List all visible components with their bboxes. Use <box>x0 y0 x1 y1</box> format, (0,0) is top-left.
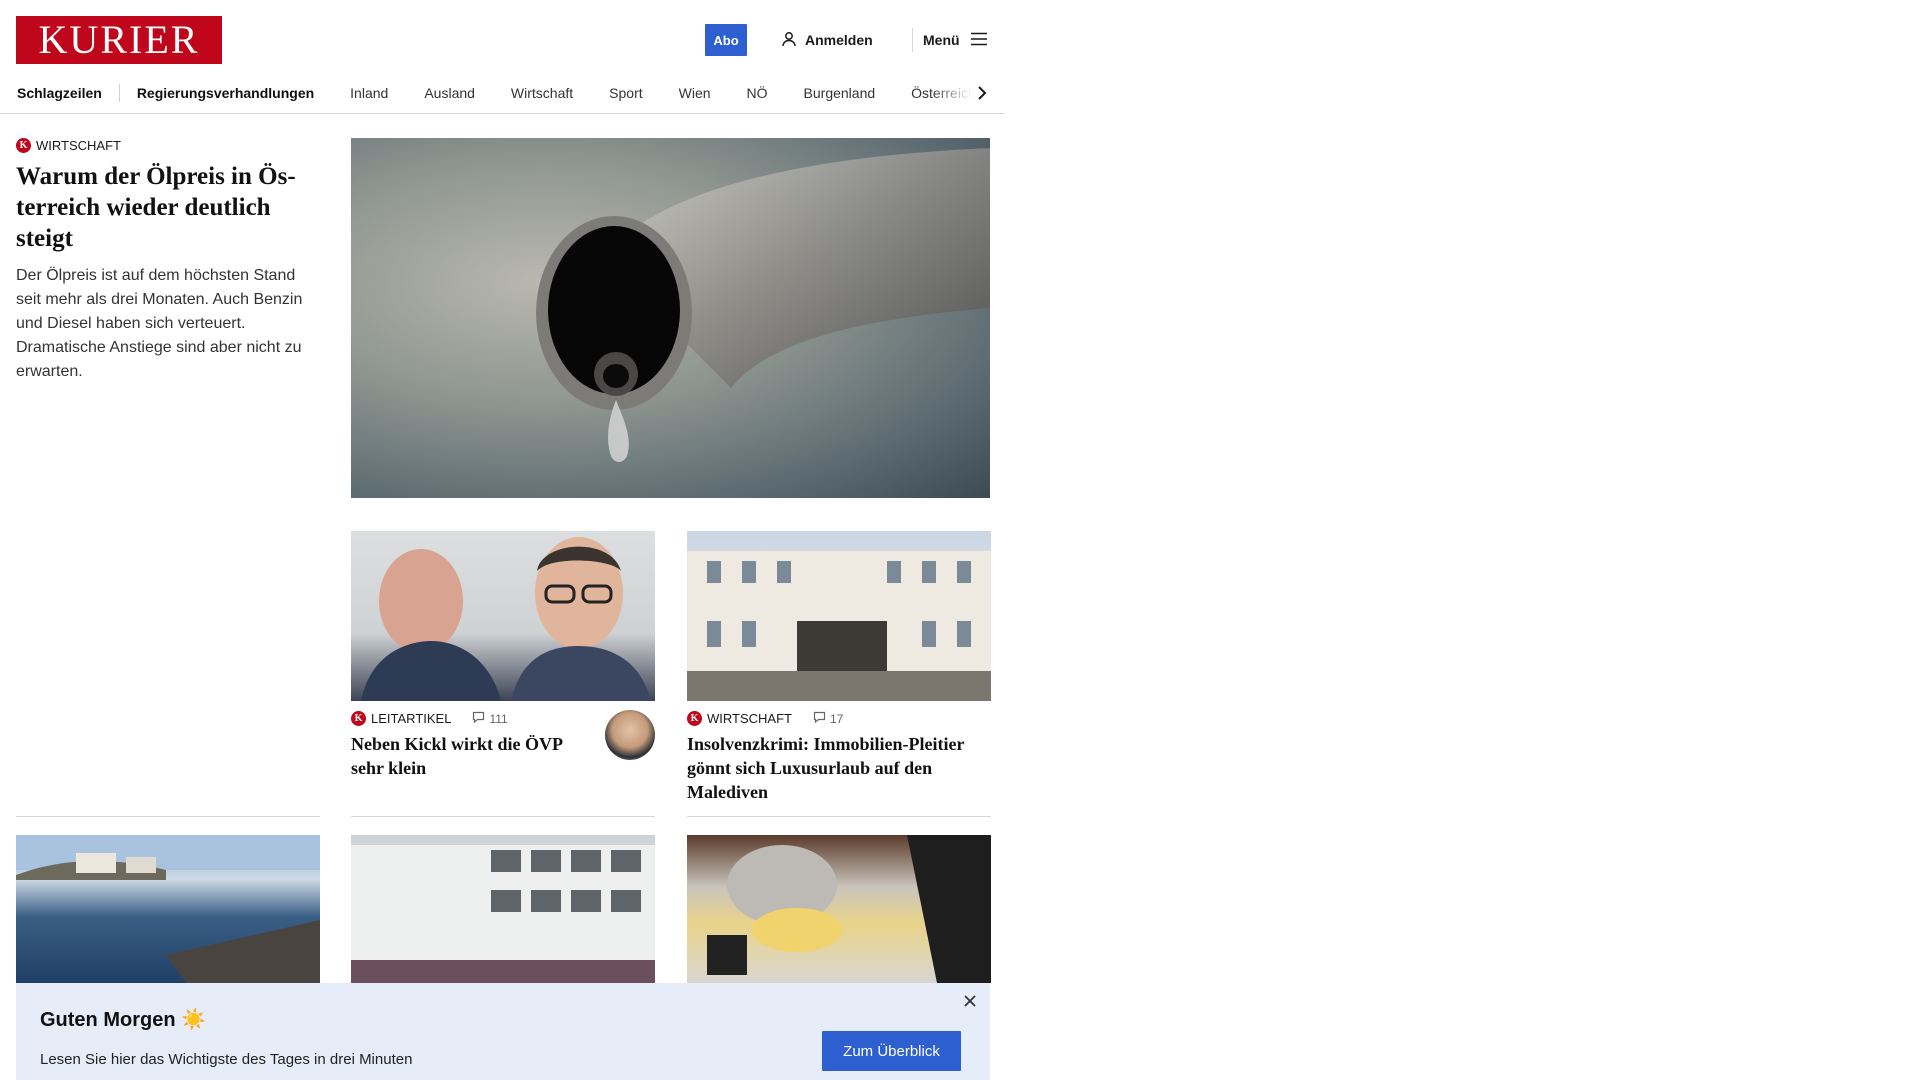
comment-count[interactable]: 17 <box>813 711 843 726</box>
login-label: Anmelden <box>805 32 873 48</box>
nav-item-regierungsverhandlungen[interactable]: Regierungsverhandlungen <box>137 85 314 101</box>
story-image-school[interactable] <box>351 835 655 983</box>
story-headline[interactable]: Neben Kickl wirkt die ÖVP sehr klein <box>351 732 591 780</box>
section-nav: Schlagzeilen Regierungsverhandlungen Inl… <box>0 72 1004 114</box>
overview-button[interactable]: Zum Überblick <box>822 1031 961 1071</box>
banner-text: Lesen Sie hier das Wichtigste des Tages … <box>40 1051 413 1068</box>
nav-item-wirtschaft[interactable]: Wirtschaft <box>511 85 573 101</box>
morning-briefing-banner: Guten Morgen ☀️ Lesen Sie hier das Wicht… <box>16 983 990 1080</box>
story-image-honey[interactable] <box>687 835 991 983</box>
kurier-k-icon: K <box>16 138 31 153</box>
comment-icon <box>472 711 485 726</box>
abo-button[interactable]: Abo <box>705 24 747 56</box>
chevron-right-icon[interactable] <box>972 83 992 103</box>
nav-item-noe[interactable]: NÖ <box>747 85 768 101</box>
divider <box>16 816 320 817</box>
menu-button[interactable]: Menü <box>923 28 988 52</box>
lead-headline[interactable]: Warum der Ölpreis in Ös­terreich wieder … <box>16 161 320 254</box>
user-icon <box>781 31 797 50</box>
lead-image-fuel-nozzle[interactable] <box>351 138 990 498</box>
kurier-k-icon: K <box>351 711 366 726</box>
page: KURIER Abo Anmelden Menü Schlagzeilen Re… <box>0 0 1004 1080</box>
story-kicker: K WIRTSCHAFT 17 <box>687 711 991 726</box>
comment-count[interactable]: 111 <box>472 711 508 726</box>
nav-divider <box>118 84 120 102</box>
nav-item-wien[interactable]: Wien <box>679 85 711 101</box>
story-headline[interactable]: Insolvenzkrimi: Immobilien-Plei­tier gön… <box>687 732 991 804</box>
comment-icon <box>813 711 826 726</box>
kurier-k-icon: K <box>687 711 702 726</box>
nav-item-inland[interactable]: Inland <box>350 85 388 101</box>
hamburger-icon <box>970 32 988 49</box>
lead-kicker-label: WIRTSCHAFT <box>36 138 121 153</box>
story-image-lake[interactable] <box>16 835 320 983</box>
menu-label: Menü <box>923 32 960 48</box>
lead-story[interactable]: K WIRTSCHAFT Warum der Ölpreis in Ös­ter… <box>16 138 320 384</box>
close-icon[interactable] <box>960 991 980 1011</box>
lead-kicker: K WIRTSCHAFT <box>16 138 320 153</box>
story-kicker-label: LEITARTIKEL <box>371 711 452 726</box>
comment-count-value: 111 <box>489 711 508 726</box>
story-image-building[interactable] <box>687 531 991 701</box>
divider <box>351 816 655 817</box>
banner-title: Guten Morgen ☀️ <box>40 1009 207 1031</box>
kurier-logo[interactable]: KURIER <box>16 16 222 64</box>
header-divider <box>912 28 913 52</box>
nav-item-burgenland[interactable]: Burgenland <box>804 85 876 101</box>
story-image-politicians[interactable] <box>351 531 655 701</box>
nav-item-sport[interactable]: Sport <box>609 85 642 101</box>
story-kicker-label: WIRTSCHAFT <box>707 711 792 726</box>
nav-item-schlagzeilen[interactable]: Schlagzeilen <box>17 85 102 101</box>
comment-count-value: 17 <box>829 711 844 726</box>
story-card-wirtschaft[interactable]: K WIRTSCHAFT 17 Insolvenzkrimi: Immobili… <box>687 531 991 804</box>
section-nav-list: Schlagzeilen Regierungsverhandlungen Inl… <box>17 72 1004 113</box>
login-button[interactable]: Anmelden <box>781 28 873 52</box>
divider <box>687 816 991 817</box>
nav-item-ausland[interactable]: Ausland <box>424 85 475 101</box>
author-avatar <box>605 710 655 760</box>
lead-summary: Der Ölpreis ist auf dem höchsten Stand s… <box>16 267 303 380</box>
